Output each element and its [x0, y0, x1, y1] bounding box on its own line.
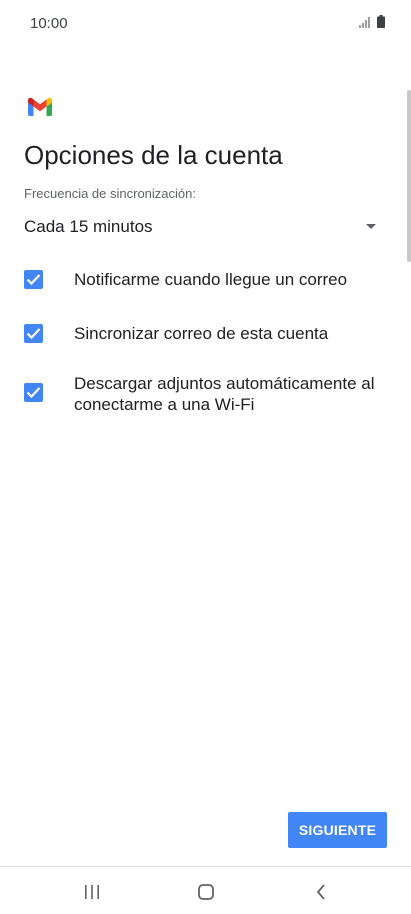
- option-label: Descargar adjuntos automáticamente al co…: [74, 374, 375, 414]
- page-title: Opciones de la cuenta: [24, 140, 283, 170]
- system-nav-bar: [0, 867, 411, 914]
- status-icons: [359, 15, 385, 33]
- option-sync[interactable]: Sincronizar correo de esta cuenta: [24, 322, 389, 344]
- status-time: 10:00: [30, 15, 68, 32]
- status-bar: 10:00: [0, 0, 411, 46]
- gmail-logo: [28, 97, 52, 116]
- checkbox-checked-icon[interactable]: [24, 270, 43, 289]
- back-icon[interactable]: [301, 879, 341, 905]
- sync-frequency-label: Frecuencia de sincronización:: [24, 186, 196, 201]
- option-label: Sincronizar correo de esta cuenta: [74, 324, 329, 343]
- option-label: Notificarme cuando llegue un correo: [74, 270, 348, 289]
- option-download-attachments[interactable]: Descargar adjuntos automáticamente al co…: [24, 372, 389, 416]
- sync-frequency-value: Cada 15 minutos: [24, 217, 153, 236]
- battery-icon: [377, 15, 385, 33]
- sync-frequency-select[interactable]: Cada 15 minutos: [24, 210, 386, 244]
- checkbox-checked-icon[interactable]: [24, 324, 43, 343]
- next-button[interactable]: SIGUIENTE: [288, 812, 387, 848]
- signal-icon: [359, 15, 371, 33]
- dropdown-arrow-icon: [366, 224, 376, 229]
- checkbox-checked-icon[interactable]: [24, 383, 43, 402]
- home-icon[interactable]: [186, 879, 226, 905]
- option-notify[interactable]: Notificarme cuando llegue un correo: [24, 268, 389, 290]
- scroll-indicator[interactable]: [407, 90, 411, 262]
- recent-apps-icon[interactable]: [72, 879, 112, 905]
